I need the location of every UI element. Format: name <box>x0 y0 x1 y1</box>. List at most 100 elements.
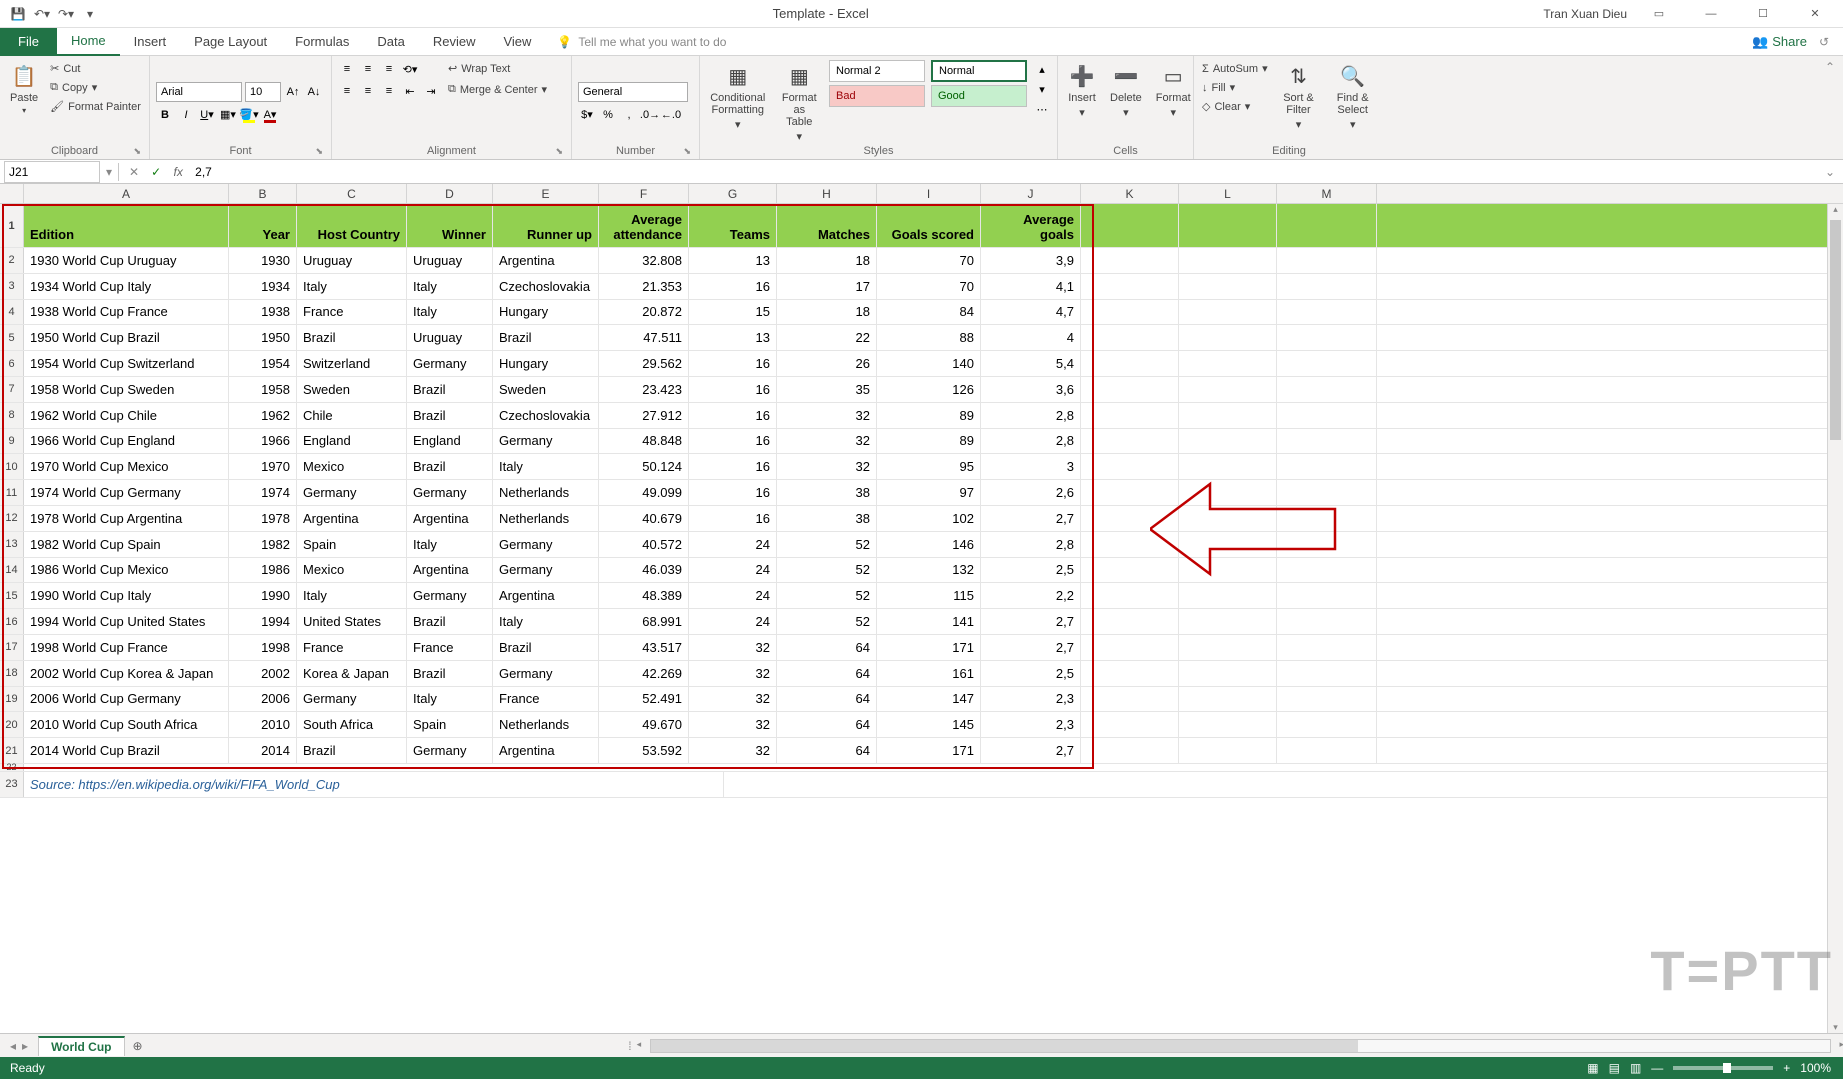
cell[interactable]: 32.808 <box>599 248 689 273</box>
cell[interactable] <box>1081 403 1179 428</box>
cell[interactable]: 171 <box>877 738 981 763</box>
cell[interactable]: 4 <box>981 325 1081 350</box>
cell[interactable]: 126 <box>877 377 981 402</box>
cell[interactable]: 32 <box>689 738 777 763</box>
cell[interactable]: Italy <box>297 583 407 608</box>
cell[interactable] <box>1081 738 1179 763</box>
row-header[interactable]: 18 <box>0 661 24 686</box>
align-right-button[interactable]: ≡ <box>380 82 398 100</box>
cell[interactable] <box>1081 661 1179 686</box>
row-header[interactable]: 21 <box>0 738 24 763</box>
cell[interactable]: Brazil <box>407 609 493 634</box>
cell[interactable]: 18 <box>777 300 877 325</box>
cell[interactable]: 115 <box>877 583 981 608</box>
cell[interactable]: Germany <box>297 687 407 712</box>
cell[interactable]: 42.269 <box>599 661 689 686</box>
clear-button[interactable]: ◇Clear ▾ <box>1200 98 1270 115</box>
fill-color-button[interactable]: 🪣▾ <box>240 106 258 124</box>
decrease-indent-button[interactable]: ⇤ <box>401 82 419 100</box>
cell[interactable] <box>1277 274 1377 299</box>
column-header[interactable]: L <box>1179 184 1277 203</box>
cell[interactable]: 22 <box>777 325 877 350</box>
cell[interactable] <box>1277 609 1377 634</box>
align-center-button[interactable]: ≡ <box>359 82 377 100</box>
cell[interactable] <box>1081 429 1179 454</box>
confirm-formula-button[interactable]: ✓ <box>145 165 167 179</box>
cell[interactable]: 2,7 <box>981 635 1081 660</box>
row-header[interactable]: 11 <box>0 480 24 505</box>
increase-decimal-button[interactable]: .0→ <box>641 106 659 124</box>
cell[interactable]: 38 <box>777 480 877 505</box>
row-header[interactable]: 10 <box>0 454 24 479</box>
cell[interactable]: 1982 <box>229 532 297 557</box>
cell[interactable] <box>1179 429 1277 454</box>
cell[interactable]: 27.912 <box>599 403 689 428</box>
cell[interactable]: 97 <box>877 480 981 505</box>
redo-icon[interactable]: ↷▾ <box>58 6 74 22</box>
cell[interactable]: Switzerland <box>297 351 407 376</box>
style-bad[interactable]: Bad <box>829 85 925 107</box>
tab-data[interactable]: Data <box>363 28 418 56</box>
row-header[interactable]: 3 <box>0 274 24 299</box>
column-header[interactable]: G <box>689 184 777 203</box>
cell[interactable]: 1950 World Cup Brazil <box>24 325 229 350</box>
cell[interactable]: 1954 <box>229 351 297 376</box>
cell[interactable]: South Africa <box>297 712 407 737</box>
cell[interactable] <box>1081 609 1179 634</box>
name-box[interactable]: J21 <box>4 161 100 183</box>
cell[interactable]: 102 <box>877 506 981 531</box>
cell[interactable] <box>1081 712 1179 737</box>
increase-indent-button[interactable]: ⇥ <box>422 82 440 100</box>
cell[interactable]: 2,2 <box>981 583 1081 608</box>
cell[interactable] <box>1277 687 1377 712</box>
cell[interactable] <box>1081 532 1179 557</box>
zoom-level[interactable]: 100% <box>1800 1061 1831 1075</box>
cell[interactable]: Germany <box>407 351 493 376</box>
cell[interactable]: 2,5 <box>981 661 1081 686</box>
style-normal[interactable]: Normal <box>931 60 1027 82</box>
cell[interactable]: 32 <box>689 661 777 686</box>
cell[interactable]: Mexico <box>297 454 407 479</box>
cell[interactable] <box>1277 583 1377 608</box>
cell[interactable]: 1962 <box>229 403 297 428</box>
cell[interactable]: 1934 World Cup Italy <box>24 274 229 299</box>
cell[interactable]: France <box>297 635 407 660</box>
header-cell[interactable] <box>1081 204 1179 247</box>
cell[interactable] <box>1277 480 1377 505</box>
cell[interactable]: Uruguay <box>407 248 493 273</box>
header-cell[interactable]: Average goals <box>981 204 1081 247</box>
tab-review[interactable]: Review <box>419 28 490 56</box>
cell[interactable]: 32 <box>689 712 777 737</box>
header-cell[interactable]: Edition <box>24 204 229 247</box>
cell[interactable] <box>1277 248 1377 273</box>
cell[interactable]: England <box>407 429 493 454</box>
cell[interactable]: 48.848 <box>599 429 689 454</box>
border-button[interactable]: ▦▾ <box>219 106 237 124</box>
header-cell[interactable]: Runner up <box>493 204 599 247</box>
cell[interactable]: Argentina <box>493 583 599 608</box>
alignment-launcher[interactable]: ⬊ <box>555 146 563 157</box>
sheet-nav-first[interactable]: ◂ <box>10 1039 16 1053</box>
add-sheet-button[interactable]: ⊕ <box>125 1039 151 1053</box>
row-header[interactable]: 9 <box>0 429 24 454</box>
cell[interactable]: Brazil <box>297 325 407 350</box>
cell[interactable]: 2014 <box>229 738 297 763</box>
minimize-button[interactable]: — <box>1691 0 1731 28</box>
cell[interactable]: 2014 World Cup Brazil <box>24 738 229 763</box>
cell[interactable]: Sweden <box>493 377 599 402</box>
column-header[interactable]: F <box>599 184 689 203</box>
source-cell[interactable]: Source: https://en.wikipedia.org/wiki/FI… <box>24 772 724 797</box>
cell[interactable] <box>1179 712 1277 737</box>
cell[interactable]: France <box>297 300 407 325</box>
cell[interactable]: 2,5 <box>981 558 1081 583</box>
tab-file[interactable]: File <box>0 28 57 56</box>
cell[interactable]: 1986 <box>229 558 297 583</box>
row-header[interactable]: 6 <box>0 351 24 376</box>
styles-scroll-up[interactable]: ▴ <box>1033 60 1051 78</box>
row-header[interactable]: 15 <box>0 583 24 608</box>
cell[interactable]: 43.517 <box>599 635 689 660</box>
row-header[interactable]: 17 <box>0 635 24 660</box>
cell[interactable]: 1970 World Cup Mexico <box>24 454 229 479</box>
cell[interactable]: 70 <box>877 248 981 273</box>
cell[interactable]: Netherlands <box>493 506 599 531</box>
